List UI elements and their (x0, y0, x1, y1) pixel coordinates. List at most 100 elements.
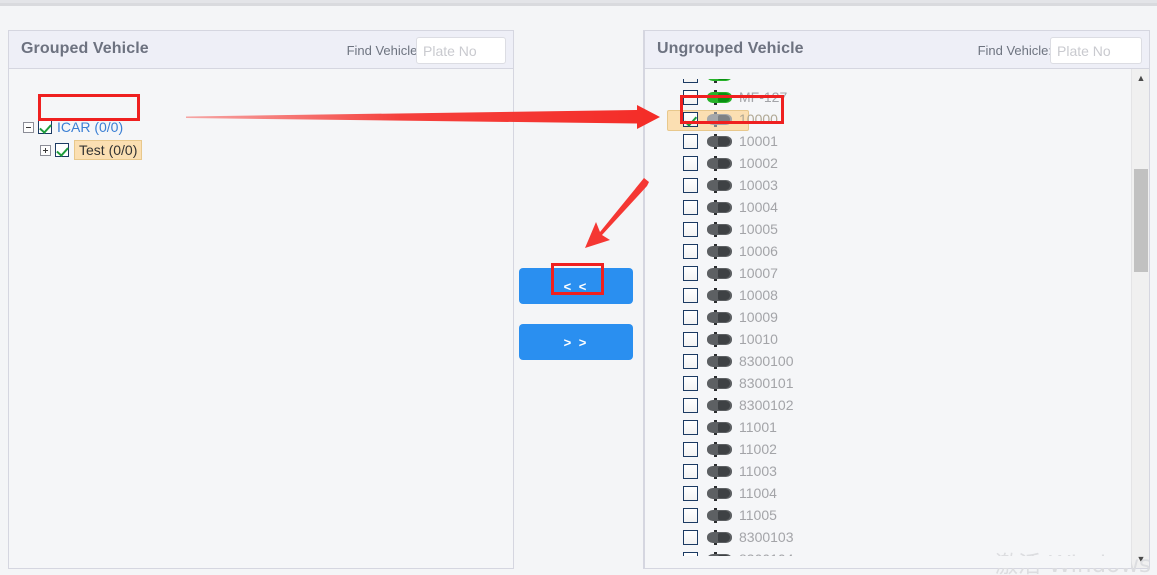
tree-checkbox-icar[interactable] (38, 120, 52, 134)
ungrouped-vehicle-title: Ungrouped Vehicle (657, 40, 804, 57)
vehicle-row[interactable]: 8300100 (683, 351, 794, 371)
vehicle-checkbox[interactable] (683, 529, 698, 545)
vehicle-checkbox[interactable] (683, 507, 698, 523)
vehicle-label: 10005 (739, 221, 778, 237)
tree-node-test[interactable]: Test (0/0) (40, 140, 143, 160)
car-icon-gray (707, 287, 732, 303)
vehicle-row[interactable]: 10003 (683, 175, 778, 195)
car-icon-gray (707, 529, 732, 545)
vehicle-row[interactable]: 11002 (683, 439, 777, 459)
top-strip (0, 0, 1157, 6)
vehicle-row[interactable]: 10005 (683, 219, 778, 239)
car-icon-gray (707, 265, 732, 281)
ungrouped-vehicle-list[interactable]: MF-127 10000 10001 10002 10003 10004 10005 1000… (645, 69, 1131, 568)
vehicle-checkbox[interactable] (683, 309, 698, 325)
vehicle-row[interactable]: 11003 (683, 461, 777, 481)
vehicle-checkbox[interactable] (683, 441, 698, 457)
vehicle-label: 10002 (739, 155, 778, 171)
vehicle-label: 10004 (739, 199, 778, 215)
vehicle-row[interactable]: 8300103 (683, 527, 794, 547)
vehicle-label: 8300103 (739, 529, 794, 545)
vehicle-row[interactable]: 10010 (683, 329, 778, 349)
vehicle-label: 10008 (739, 287, 778, 303)
annotation-box-test-node (38, 94, 140, 121)
vehicle-row[interactable]: 11005 (683, 505, 777, 525)
vehicle-checkbox[interactable] (683, 375, 698, 391)
car-icon-gray (707, 441, 732, 457)
vehicle-label: 11003 (739, 463, 777, 479)
car-icon-gray (707, 177, 732, 193)
list-top-clip (645, 69, 1131, 79)
tree-label-test: Test (0/0) (74, 140, 143, 160)
vehicle-label: 10007 (739, 265, 778, 281)
car-icon-gray (707, 221, 732, 237)
vehicle-label: 11002 (739, 441, 777, 457)
vehicle-checkbox[interactable] (683, 287, 698, 303)
vehicle-label: 11005 (739, 507, 777, 523)
collapse-minus-icon[interactable] (23, 121, 34, 133)
vehicle-label: 10006 (739, 243, 778, 259)
vehicle-label: 10003 (739, 177, 778, 193)
grouped-find-vehicle-label: Find Vehicle: (346, 43, 421, 58)
list-bottom-clip (645, 556, 1131, 568)
vehicle-checkbox[interactable] (683, 221, 698, 237)
move-to-ungrouped-button[interactable]: > > (519, 324, 633, 360)
annotation-box-move-left-button (551, 263, 604, 295)
ungrouped-find-vehicle-input[interactable] (1050, 37, 1142, 64)
car-icon-gray (707, 133, 732, 149)
vehicle-checkbox[interactable] (683, 353, 698, 369)
car-icon-gray (707, 507, 732, 523)
vehicle-label: 11001 (739, 419, 777, 435)
tree-checkbox-test[interactable] (55, 143, 69, 157)
vehicle-row[interactable]: 10004 (683, 197, 778, 217)
vehicle-checkbox[interactable] (683, 463, 698, 479)
grouped-find-vehicle-input[interactable] (416, 37, 506, 64)
car-icon-gray (707, 485, 732, 501)
car-icon-gray (707, 243, 732, 259)
scrollbar-thumb[interactable] (1134, 169, 1148, 272)
tree-label-icar: ICAR (0/0) (57, 119, 124, 135)
car-icon-gray (707, 463, 732, 479)
annotation-box-vehicle-10000 (680, 95, 784, 124)
vehicle-checkbox[interactable] (683, 485, 698, 501)
grouped-vehicle-title: Grouped Vehicle (21, 40, 149, 57)
car-icon-gray (707, 155, 732, 171)
vehicle-checkbox[interactable] (683, 199, 698, 215)
scroll-up-icon[interactable]: ▲ (1132, 69, 1149, 87)
vehicle-row[interactable]: 10002 (683, 153, 778, 173)
car-icon-gray (707, 199, 732, 215)
vehicle-label: 8300100 (739, 353, 794, 369)
vehicle-checkbox[interactable] (683, 397, 698, 413)
vehicle-label: 8300101 (739, 375, 794, 391)
vehicle-checkbox[interactable] (683, 133, 698, 149)
car-icon-gray (707, 331, 732, 347)
vehicle-row[interactable]: 8300102 (683, 395, 794, 415)
grouped-vehicle-header: Grouped Vehicle Find Vehicle: (9, 31, 513, 69)
vehicle-row[interactable]: 10009 (683, 307, 778, 327)
vehicle-checkbox[interactable] (683, 243, 698, 259)
vehicle-row[interactable]: 11004 (683, 483, 777, 503)
vehicle-row[interactable]: 10007 (683, 263, 778, 283)
ungrouped-vehicle-body: MF-127 10000 10001 10002 10003 10004 10005 1000… (645, 69, 1149, 568)
vehicle-row[interactable]: 10001 (683, 131, 778, 151)
page-root: Grouped Vehicle Find Vehicle: ICAR (0/0)… (0, 0, 1157, 575)
diagonal-arrow-icon (585, 178, 649, 248)
vehicle-label: 8300102 (739, 397, 794, 413)
car-icon-gray (707, 397, 732, 413)
car-icon-gray (707, 353, 732, 369)
vehicle-label: 10009 (739, 309, 778, 325)
vehicle-checkbox[interactable] (683, 265, 698, 281)
vehicle-row[interactable]: 10006 (683, 241, 778, 261)
vehicle-row[interactable]: 8300101 (683, 373, 794, 393)
car-icon-gray (707, 309, 732, 325)
vehicle-checkbox[interactable] (683, 177, 698, 193)
vehicle-label: 10001 (739, 133, 778, 149)
vehicle-row[interactable]: 10008 (683, 285, 778, 305)
vehicle-checkbox[interactable] (683, 331, 698, 347)
vehicle-list-scrollbar[interactable]: ▲ ▼ (1131, 69, 1149, 568)
expand-plus-icon[interactable] (40, 144, 51, 156)
ungrouped-find-vehicle-label: Find Vehicle: (977, 43, 1052, 58)
vehicle-checkbox[interactable] (683, 419, 698, 435)
vehicle-row[interactable]: 11001 (683, 417, 777, 437)
vehicle-checkbox[interactable] (683, 155, 698, 171)
